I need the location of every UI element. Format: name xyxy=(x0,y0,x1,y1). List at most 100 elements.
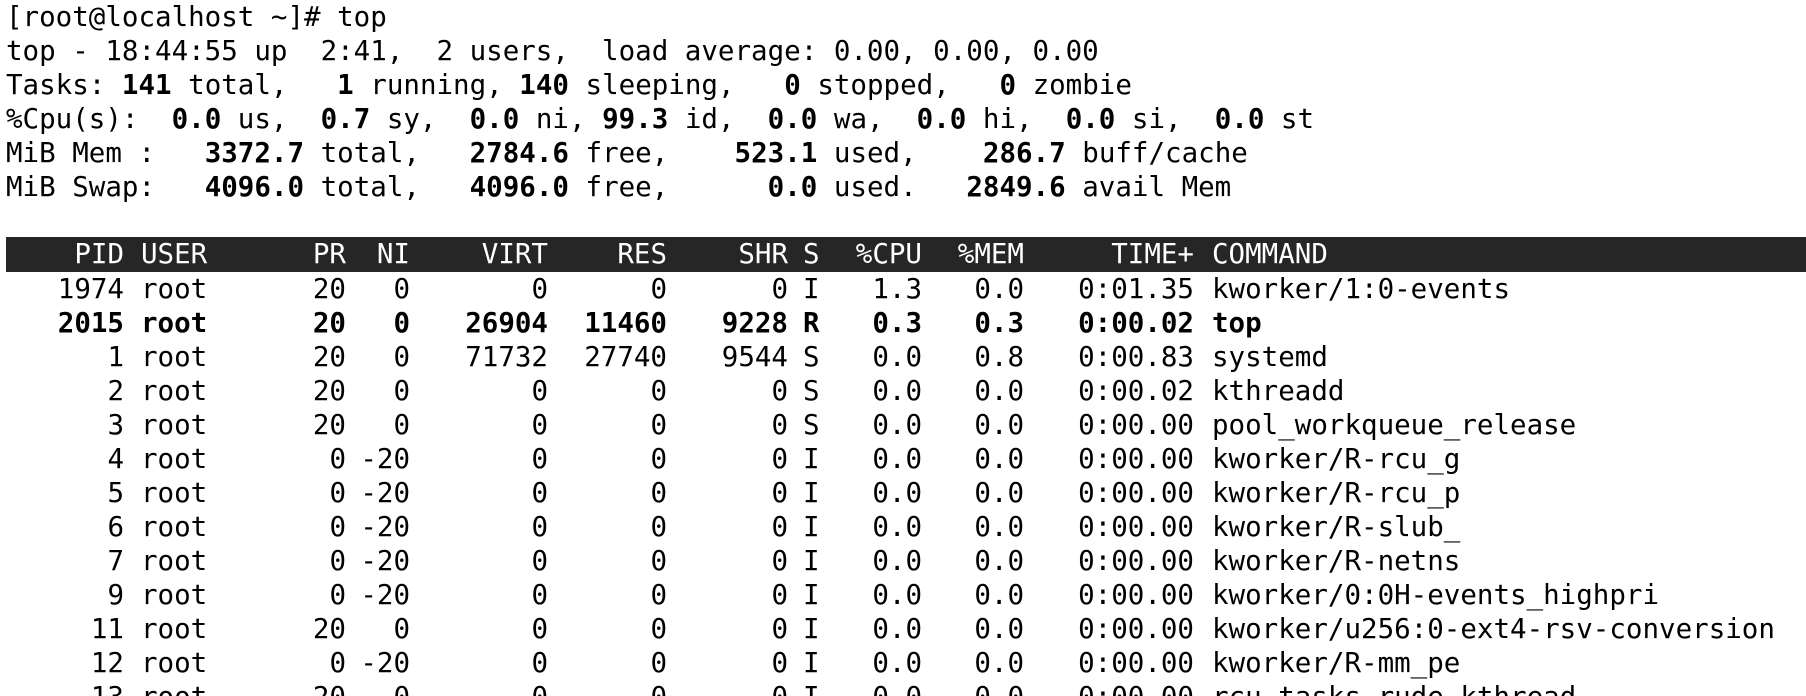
command-cell: kworker/R-rcu_p xyxy=(1212,477,1461,509)
res-cell: 0 xyxy=(650,375,667,407)
table-row: 13root200000I0.00.00:00.00rcu_tasks_rude… xyxy=(0,680,1806,696)
cpu-cell: 0.0 xyxy=(833,680,922,696)
table-row: 5 root 0 -20 0 0 0 I 0.0 0.0 0:00.00 kworker/R-rcu_… xyxy=(0,476,1806,510)
mem-cell: 0.0 xyxy=(922,680,1024,696)
shr-cell: 9544 xyxy=(721,341,788,373)
pid-cell: 11 xyxy=(90,613,124,645)
terminal-window[interactable]: [root@localhost ~]# top top - 18:44:55 u… xyxy=(0,0,1806,696)
command-cell: kthreadd xyxy=(1212,375,1345,407)
state-cell: I xyxy=(803,613,820,645)
summary-text: total, xyxy=(304,137,470,169)
virt-cell: 0 xyxy=(531,613,548,645)
table-row: 2015 root 20 0 26904 11460 9228 R 0.3 0.3 0:00.02 t… xyxy=(0,306,1806,340)
summary-value: 4096.0 xyxy=(204,171,305,203)
mem-cell: 0.0 xyxy=(974,613,1024,645)
summary-text: total, xyxy=(171,69,338,101)
state-cell: S xyxy=(803,409,820,441)
summary-value: 1 xyxy=(337,69,354,101)
table-row: 7 root 0 -20 0 0 0 I 0.0 0.0 0:00.00 kworker/R-netn… xyxy=(0,544,1806,578)
virt-cell: 0 xyxy=(531,545,548,577)
state-cell: I xyxy=(803,443,820,475)
mem-cell: 0.0 xyxy=(974,647,1024,679)
time-cell: 0:00.00 xyxy=(1078,409,1194,441)
column-header-state: S xyxy=(803,238,820,270)
virt-cell: 0 xyxy=(531,273,548,305)
time-cell: 0:00.00 xyxy=(1078,579,1194,611)
summary-text: top - 18:44:55 up 2:41, 2 users, load av… xyxy=(6,35,1099,67)
time-cell: 0:00.00 xyxy=(1078,511,1194,543)
state-cell: I xyxy=(803,579,820,611)
shr-cell: 0 xyxy=(771,409,788,441)
summary-text: Tasks: xyxy=(6,69,122,101)
table-row: 9 root 0 -20 0 0 0 I 0.0 0.0 0:00.00 kworker/0:0H-e… xyxy=(0,578,1806,612)
command-cell: kworker/R-slub_ xyxy=(1212,511,1461,543)
cpu-cell: 0.3 xyxy=(872,307,922,339)
priority-cell: 20 xyxy=(312,273,346,305)
res-cell: 0 xyxy=(650,273,667,305)
priority-cell: 0 xyxy=(329,443,346,475)
summary-text: sleeping, xyxy=(568,69,785,101)
cpu-cell: 0.0 xyxy=(872,341,922,373)
shr-cell: 9228 xyxy=(721,307,788,339)
summary-text: si, xyxy=(1115,103,1215,135)
shr-cell: 0 xyxy=(771,477,788,509)
nice-cell: -20 xyxy=(360,511,410,543)
column-header-virt: VIRT xyxy=(481,238,548,270)
nice-cell: 0 xyxy=(346,680,410,696)
res-cell: 0 xyxy=(650,477,667,509)
cpu-cell: 0.0 xyxy=(872,579,922,611)
summary-value: 0.0 xyxy=(171,103,222,135)
pid-cell: 2 xyxy=(107,375,124,407)
res-cell: 0 xyxy=(650,647,667,679)
summary-value: 2849.6 xyxy=(966,171,1066,203)
summary-text: %Cpu(s): xyxy=(6,103,172,135)
shr-cell: 0 xyxy=(771,545,788,577)
memory-line: MiB Mem : 3372.7 total, 2784.6 free, 523… xyxy=(6,136,1248,170)
summary-value: 0.7 xyxy=(320,103,371,135)
summary-value: 0.0 xyxy=(767,171,818,203)
priority-cell: 0 xyxy=(329,511,346,543)
virt-cell: 26904 xyxy=(465,307,548,339)
column-header-time: TIME+ xyxy=(1111,238,1194,270)
command-cell: kworker/R-mm_pe xyxy=(1212,647,1461,679)
res-cell: 11460 xyxy=(584,307,667,339)
summary-text: buff/cache xyxy=(1065,137,1248,169)
time-cell: 0:00.00 xyxy=(1078,647,1194,679)
nice-cell: 0 xyxy=(393,375,410,407)
state-cell: I xyxy=(803,680,833,696)
cpu-cell: 0.0 xyxy=(872,647,922,679)
pid-cell: 6 xyxy=(107,511,124,543)
time-cell: 0:00.83 xyxy=(1078,341,1194,373)
mem-cell: 0.0 xyxy=(974,579,1024,611)
state-cell: I xyxy=(803,647,820,679)
res-cell: 0 xyxy=(548,680,667,696)
cpu-cell: 0.0 xyxy=(872,375,922,407)
virt-cell: 0 xyxy=(531,443,548,475)
summary-value: 0.0 xyxy=(469,103,520,135)
swap-line: MiB Swap: 4096.0 total, 4096.0 free, 0.0… xyxy=(6,170,1231,204)
summary-value: 0.0 xyxy=(1214,103,1265,135)
column-header-row: PID USER PR NI VIRT RES SHR S %CPU %MEM … xyxy=(0,237,1806,271)
summary-value: 0 xyxy=(999,69,1017,101)
time-cell: 0:00.02 xyxy=(1078,375,1194,407)
mem-cell: 0.0 xyxy=(974,443,1024,475)
summary-text: wa, xyxy=(817,103,917,135)
state-cell: I xyxy=(803,545,820,577)
summary-value: 0.0 xyxy=(1065,103,1116,135)
priority-cell: 20 xyxy=(312,409,346,441)
command-cell: top xyxy=(1212,307,1262,339)
table-row: 1974 root 20 0 0 0 0 I 1.3 0.0 0:01.35 kworker/1:0-… xyxy=(0,272,1806,306)
summary-text: avail Mem xyxy=(1065,171,1232,203)
virt-cell: 0 xyxy=(531,647,548,679)
summary-value: 4096.0 xyxy=(469,171,569,203)
column-header-pid: PID xyxy=(74,238,124,270)
cpu-line: %Cpu(s): 0.0 us, 0.7 sy, 0.0 ni, 99.3 id… xyxy=(6,102,1314,136)
shell-prompt: [root@localhost ~]# top xyxy=(6,1,387,33)
nice-cell: -20 xyxy=(360,545,410,577)
pid-cell: 9 xyxy=(107,579,124,611)
priority-cell: 0 xyxy=(329,477,346,509)
priority-cell: 20 xyxy=(312,613,346,645)
cpu-cell: 0.0 xyxy=(872,409,922,441)
summary-text: zombie xyxy=(1016,69,1132,101)
cpu-cell: 0.0 xyxy=(872,545,922,577)
